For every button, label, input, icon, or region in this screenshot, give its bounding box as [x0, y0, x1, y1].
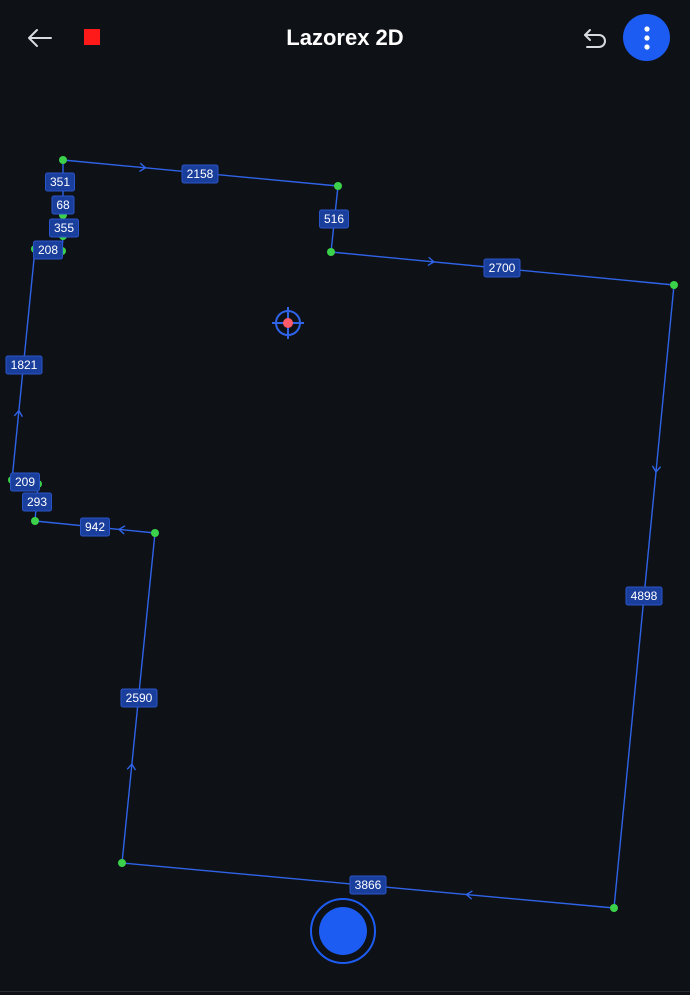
bottom-divider [0, 991, 690, 992]
measurement-value: 209 [15, 475, 35, 489]
measurement-label[interactable]: 3866 [349, 875, 387, 895]
floor-plan-canvas[interactable]: 2158 516 2700 4898 3866 2590 942 293 209 1821 208 3… [0, 0, 690, 995]
measurement-label[interactable]: 208 [33, 240, 63, 260]
crosshair-target-icon [272, 307, 304, 339]
vertex-point[interactable] [334, 182, 342, 190]
measurement-label[interactable]: 2700 [483, 258, 521, 278]
measurement-value: 4898 [631, 589, 658, 603]
vertex-point[interactable] [610, 904, 618, 912]
measurement-value: 2158 [187, 167, 214, 181]
vertex-point[interactable] [670, 281, 678, 289]
app-root: Lazorex 2D 2158 516 2700 4898 3866 2590 942 293… [0, 0, 690, 995]
measurement-label[interactable]: 4898 [625, 586, 663, 606]
measurement-value: 3866 [355, 878, 382, 892]
vertex-point[interactable] [31, 517, 39, 525]
measurement-label[interactable]: 516 [319, 209, 349, 229]
vertex-point[interactable] [118, 859, 126, 867]
measurement-value: 516 [324, 212, 344, 226]
measurement-label[interactable]: 68 [51, 195, 75, 215]
measurement-label[interactable]: 2590 [120, 688, 158, 708]
measurement-value: 351 [50, 175, 70, 189]
capture-button[interactable] [310, 898, 376, 964]
capture-record-icon [319, 907, 367, 955]
measurement-label[interactable]: 1821 [5, 355, 43, 375]
measurement-value: 68 [56, 198, 70, 212]
measurement-value: 208 [38, 243, 58, 257]
measurement-label[interactable]: 293 [22, 492, 52, 512]
measurement-value: 942 [85, 520, 105, 534]
vertex-point[interactable] [151, 529, 159, 537]
measurement-label[interactable]: 209 [10, 472, 40, 492]
measurement-label[interactable]: 942 [80, 517, 110, 537]
measurement-value: 2590 [126, 691, 153, 705]
vertex-point[interactable] [327, 248, 335, 256]
measurement-value: 2700 [489, 261, 516, 275]
measurement-value: 293 [27, 495, 47, 509]
measurement-label[interactable]: 351 [45, 172, 75, 192]
measurement-value: 355 [54, 221, 74, 235]
measurement-value: 1821 [11, 358, 38, 372]
measurement-label[interactable]: 355 [49, 218, 79, 238]
vertex-point[interactable] [59, 156, 67, 164]
measurement-label[interactable]: 2158 [181, 164, 219, 184]
